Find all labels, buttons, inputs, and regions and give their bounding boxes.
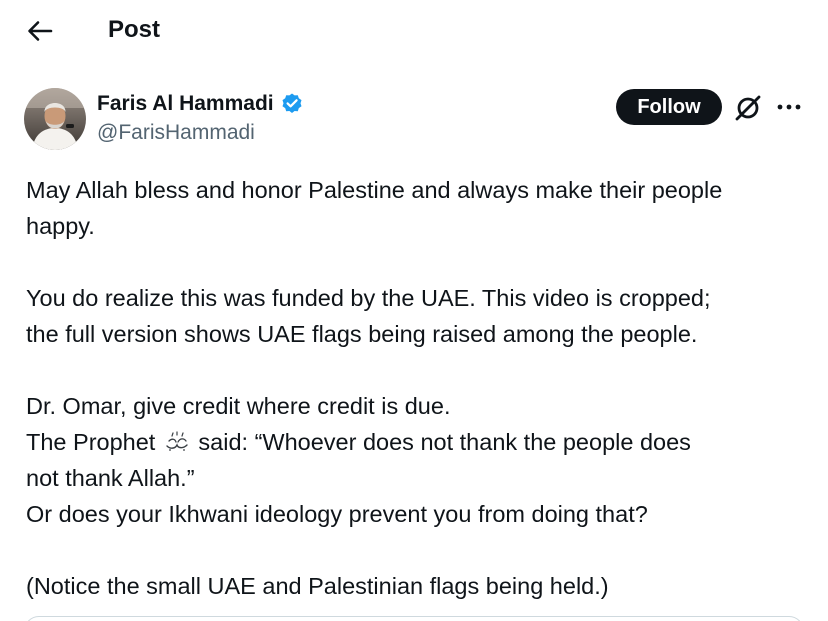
top-bar: Post (0, 0, 828, 62)
verified-badge-icon (282, 93, 302, 113)
author-handle[interactable]: @FarisHammadi (97, 120, 255, 146)
author-name-row[interactable]: Faris Al Hammadi (97, 90, 304, 118)
post-line-with-honorific: The Prophet said: “Whoever does not than… (26, 424, 816, 460)
media-card-edge[interactable] (24, 616, 804, 621)
post-line: May Allah bless and honor Palestine and … (26, 177, 723, 203)
arrow-left-icon (28, 21, 53, 41)
post-paragraph: Dr. Omar, give credit where credit is du… (26, 388, 816, 532)
post-line: You do realize this was funded by the UA… (26, 285, 711, 311)
grok-button[interactable] (732, 92, 764, 124)
post-line: happy. (26, 213, 95, 239)
post-text-fragment: said: “Whoever does not thank the people… (191, 429, 691, 455)
post-paragraph: May Allah bless and honor Palestine and … (26, 172, 816, 244)
more-options-button[interactable] (772, 92, 806, 122)
post-text-fragment: The Prophet (26, 429, 156, 455)
post-page: Post Faris Al Hammadi @FarisHammadi Foll… (0, 0, 828, 621)
post-line: the full version shows UAE flags being r… (26, 321, 698, 347)
post-text: May Allah bless and honor Palestine and … (26, 172, 816, 604)
page-title: Post (108, 16, 161, 43)
post-line: Dr. Omar, give credit where credit is du… (26, 393, 451, 419)
post-paragraph: You do realize this was funded by the UA… (26, 280, 816, 352)
back-button[interactable] (22, 14, 58, 48)
more-horizontal-icon (777, 104, 801, 110)
post-line: not thank Allah.” (26, 465, 195, 491)
salawat-honorific-icon (166, 431, 188, 451)
post-line: Or does your Ikhwani ideology prevent yo… (26, 501, 648, 527)
author-name: Faris Al Hammadi (97, 92, 274, 115)
post-line: (Notice the small UAE and Palestinian fl… (26, 573, 609, 599)
avatar-image (24, 88, 86, 150)
post-paragraph: (Notice the small UAE and Palestinian fl… (26, 568, 816, 604)
follow-button[interactable]: Follow (616, 89, 722, 125)
avatar[interactable] (24, 88, 86, 150)
grok-icon (735, 95, 761, 121)
